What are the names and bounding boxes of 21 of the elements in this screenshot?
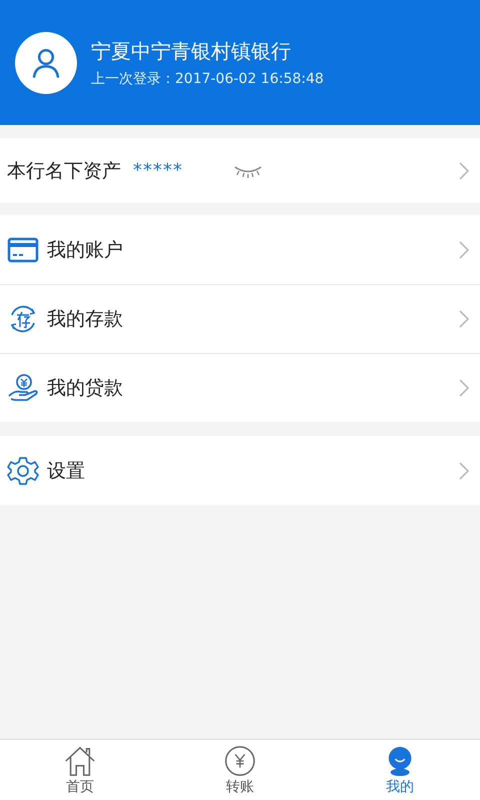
assets-row[interactable]: 本行名下资产 ***** <box>0 138 480 203</box>
tab[interactable]: 我的 <box>320 740 480 800</box>
chevron-right-icon <box>458 460 470 480</box>
assets-label: 本行名下资产 <box>7 158 121 184</box>
gear-icon <box>7 454 39 486</box>
assets-value: ***** <box>133 160 183 181</box>
chevron-right-icon <box>458 309 470 329</box>
menu-label: 我的账户 <box>47 238 123 262</box>
yen-coin-icon <box>222 744 258 776</box>
chevron-right-icon <box>458 160 470 180</box>
menu-label: 我的贷款 <box>47 376 123 401</box>
bank-name: 宁夏中宁青银村镇银行 <box>91 38 292 64</box>
chevron-right-icon <box>458 378 470 398</box>
menu-label: 设置 <box>47 458 85 484</box>
hand-coin-icon <box>7 372 39 404</box>
tab[interactable]: 转账 <box>160 740 320 800</box>
chevron-right-icon <box>458 240 470 260</box>
closed-eye-icon <box>233 164 263 178</box>
menu-label: 我的存款 <box>47 307 123 332</box>
tab[interactable]: 首页 <box>0 740 160 800</box>
last-login-time: 上一次登录：2017-06-02 16:58:48 <box>91 70 324 88</box>
